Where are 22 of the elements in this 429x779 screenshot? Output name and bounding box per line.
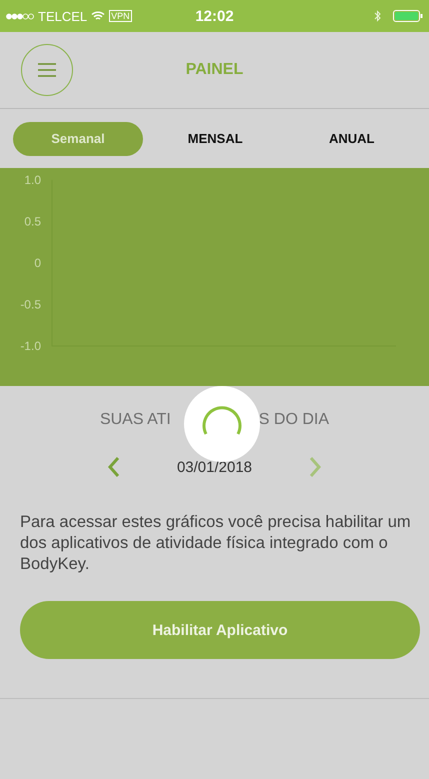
axis-tick-label: -0.5	[20, 298, 41, 312]
period-tab[interactable]: MENSAL	[151, 122, 280, 156]
battery-icon	[393, 10, 423, 22]
axis-tick-label: -1.0	[20, 339, 41, 353]
period-tab[interactable]: ANUAL	[288, 122, 416, 156]
signal-icon	[6, 12, 34, 20]
bluetooth-icon	[374, 10, 381, 22]
section-title: S DO DIA	[258, 411, 330, 429]
axis-tick-label: 1.0	[24, 173, 41, 187]
previous-day-button[interactable]	[106, 456, 121, 478]
axis-tick-label: 0.5	[24, 214, 41, 228]
clock: 12:02	[195, 8, 234, 24]
info-message: Para acessar estes gráficos você precisa habilitar um dos aplicativos de atividade física integrado com o BodyKey.	[20, 512, 412, 575]
wifi-icon	[91, 11, 106, 21]
section-title: SUAS ATI	[100, 411, 171, 429]
menu-button[interactable]	[21, 44, 73, 96]
menu-icon	[37, 62, 57, 78]
date-label: 03/01/2018	[176, 458, 252, 476]
page-title: PAINEL	[186, 61, 244, 79]
carrier-name: TELCEL	[38, 8, 88, 24]
vpn-indicator: VPN	[109, 10, 132, 22]
axis-tick-label: 0	[34, 256, 41, 270]
